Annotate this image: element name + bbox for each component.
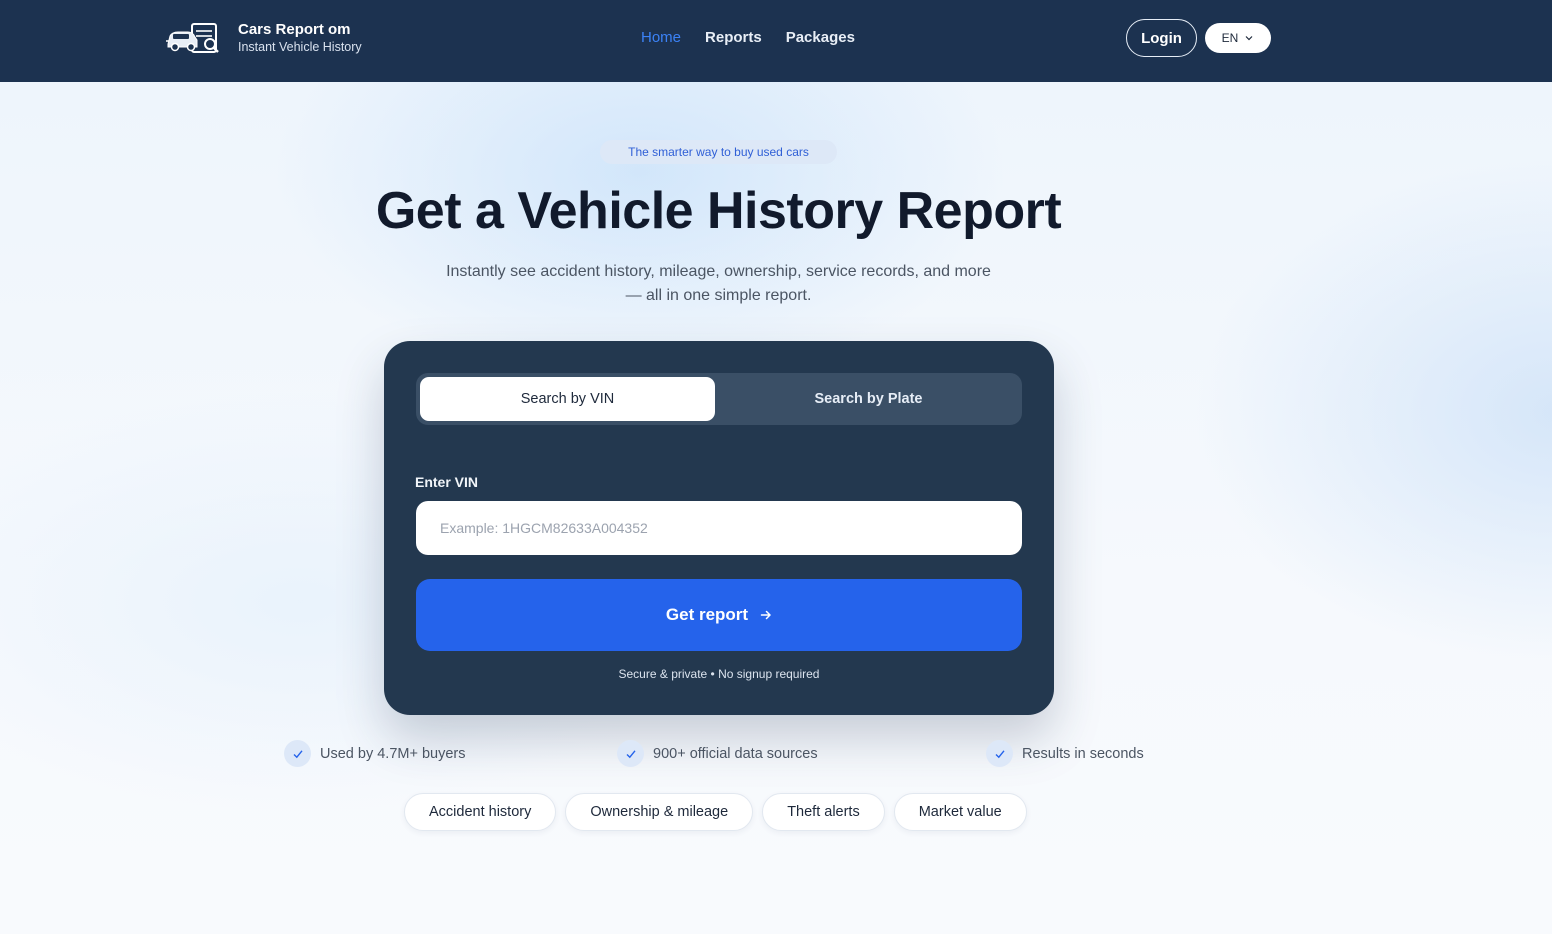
get-report-button[interactable]: Get report: [416, 579, 1022, 651]
brand-logo[interactable]: Cars Report om Instant Vehicle History: [166, 20, 362, 56]
car-report-logo-icon: [166, 23, 219, 53]
trust-item-buyers: Used by 4.7M+ buyers: [284, 740, 465, 767]
trust-item-sources: 900+ official data sources: [617, 740, 818, 767]
language-selector[interactable]: EN: [1205, 23, 1271, 53]
brand-tagline: Instant Vehicle History: [238, 39, 362, 54]
trust-label: 900+ official data sources: [653, 745, 818, 762]
language-label: EN: [1221, 31, 1239, 45]
check-icon: [617, 740, 644, 767]
chip-market-value[interactable]: Market value: [893, 793, 1027, 831]
nav-link-packages[interactable]: Packages: [786, 29, 855, 47]
tab-search-by-plate[interactable]: Search by Plate: [719, 377, 1018, 421]
trust-item-speed: Results in seconds: [986, 740, 1144, 767]
chip-theft-alerts[interactable]: Theft alerts: [762, 793, 885, 831]
nav-link-home[interactable]: Home: [641, 29, 681, 47]
trust-label: Used by 4.7M+ buyers: [320, 745, 466, 762]
chip-accident-history[interactable]: Accident history: [404, 793, 557, 831]
nav-link-reports[interactable]: Reports: [705, 29, 762, 47]
chevron-down-icon: [1245, 36, 1253, 41]
feature-chips: Accident history Ownership & mileage The…: [404, 793, 1027, 831]
tab-search-by-vin[interactable]: Search by VIN: [420, 377, 715, 421]
arrow-right-icon: [760, 610, 771, 620]
trust-label: Results in seconds: [1022, 745, 1144, 762]
hero-badge: The smarter way to buy used cars: [600, 140, 837, 164]
hero-subtitle: Instantly see accident history, mileage,…: [430, 260, 1007, 308]
hero-subtitle-line-2: — all in one simple report.: [625, 287, 812, 304]
vin-field-label: Enter VIN: [415, 474, 479, 490]
check-icon: [986, 740, 1013, 767]
chip-ownership-mileage[interactable]: Ownership & mileage: [565, 793, 754, 831]
vin-input[interactable]: [416, 501, 1022, 555]
search-card: Search by VIN Search by Plate Enter VIN …: [384, 341, 1054, 715]
brand-name: Cars Report om: [238, 20, 351, 38]
login-button[interactable]: Login: [1126, 19, 1197, 57]
main-nav: Home Reports Packages: [641, 29, 855, 47]
hero-subtitle-line-1: Instantly see accident history, mileage,…: [446, 263, 991, 280]
page-title: Get a Vehicle History Report: [375, 182, 1062, 240]
top-navbar: Cars Report om Instant Vehicle History H…: [0, 0, 1552, 82]
get-report-label: Get report: [665, 605, 749, 624]
search-mode-tabs: Search by VIN Search by Plate: [416, 373, 1022, 425]
security-note: Secure & private • No signup required: [618, 667, 820, 681]
check-icon: [284, 740, 311, 767]
